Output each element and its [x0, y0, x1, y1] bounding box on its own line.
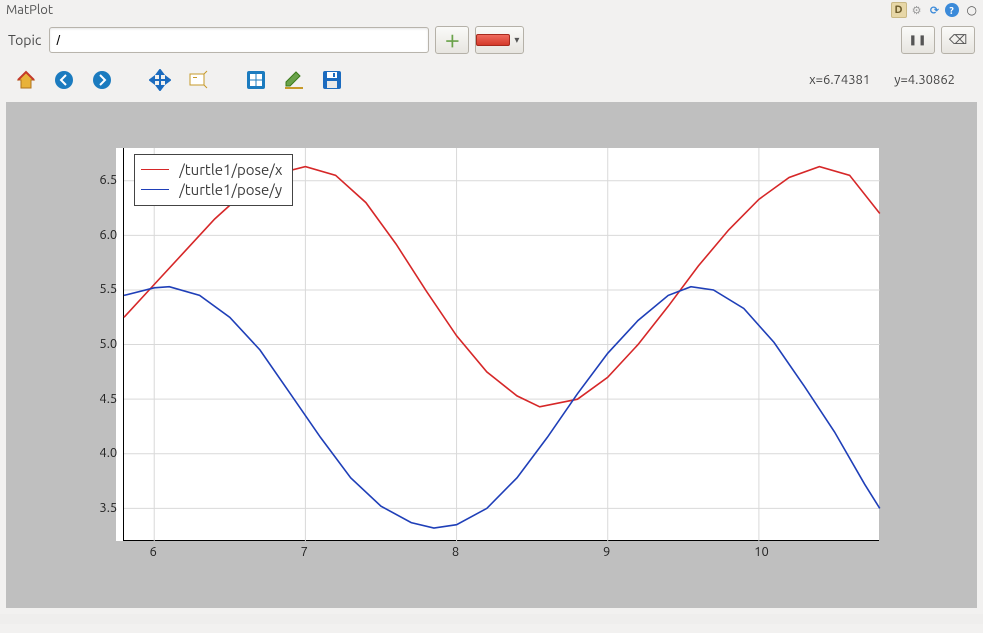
y-tick-label: 4.0	[87, 446, 117, 460]
x-tick-label: 7	[301, 545, 308, 559]
plot-grid	[124, 148, 880, 541]
y-tick-label: 6.0	[87, 228, 117, 242]
plus-icon: ＋	[444, 28, 460, 52]
clear-icon: ⌫	[949, 32, 967, 48]
plot-canvas[interactable]: /turtle1/pose/x /turtle1/pose/y 6 7 8 9 10 3.…	[6, 102, 977, 608]
chevron-down-icon: ▾	[514, 35, 519, 46]
plot-legend: /turtle1/pose/x /turtle1/pose/y	[134, 154, 293, 206]
x-tick-label: 9	[603, 545, 610, 559]
status-dot-icon: ○	[967, 3, 977, 17]
legend-label: /turtle1/pose/y	[179, 181, 282, 198]
legend-swatch-icon	[141, 169, 169, 170]
back-button[interactable]	[50, 66, 78, 94]
d-icon[interactable]: D	[891, 2, 907, 18]
series-line	[124, 287, 880, 528]
y-tick-label: 5.0	[87, 337, 117, 351]
legend-label: /turtle1/pose/x	[179, 161, 282, 178]
y-readout: y=4.30862	[894, 73, 955, 87]
legend-entry: /turtle1/pose/x	[141, 159, 282, 179]
statusbar	[0, 614, 983, 624]
x-tick-label: 6	[150, 545, 157, 559]
minus-icon	[476, 34, 510, 46]
topic-label: Topic	[8, 32, 43, 48]
save-button[interactable]	[318, 66, 346, 94]
mpl-toolbar: x=6.74381 y=4.30862	[0, 60, 983, 102]
x-tick-label: 8	[452, 545, 459, 559]
topic-row: Topic ＋ ▾ ❚❚ ⌫	[0, 20, 983, 60]
edit-button[interactable]	[280, 66, 308, 94]
plot-svg	[124, 148, 880, 541]
y-tick-label: 4.5	[87, 392, 117, 406]
configure-subplots-button[interactable]	[242, 66, 270, 94]
x-tick-label: 10	[754, 545, 769, 559]
y-tick-label: 5.5	[87, 282, 117, 296]
pause-button[interactable]: ❚❚	[901, 26, 935, 54]
y-tick-label: 6.5	[87, 173, 117, 187]
legend-swatch-icon	[141, 189, 169, 190]
refresh-icon[interactable]: ⟳	[927, 2, 943, 18]
titlebar: MatPlot D ⚙ ⟳ ? ○	[0, 0, 983, 20]
gear-icon[interactable]: ⚙	[909, 2, 925, 18]
help-icon[interactable]: ?	[945, 3, 959, 17]
titlebar-icons: D ⚙ ⟳ ? ○	[891, 2, 977, 18]
coordinate-readout: x=6.74381 y=4.30862	[809, 73, 971, 87]
forward-button[interactable]	[88, 66, 116, 94]
x-readout: x=6.74381	[809, 73, 870, 87]
zoom-button[interactable]	[184, 66, 212, 94]
add-topic-button[interactable]: ＋	[435, 26, 469, 54]
pan-button[interactable]	[146, 66, 174, 94]
clear-button[interactable]: ⌫	[941, 26, 975, 54]
pause-icon: ❚❚	[909, 35, 928, 46]
topic-input[interactable]	[49, 27, 429, 53]
home-button[interactable]	[12, 66, 40, 94]
y-tick-label: 3.5	[87, 501, 117, 515]
window-title: MatPlot	[6, 3, 53, 17]
plot-axes: /turtle1/pose/x /turtle1/pose/y	[123, 148, 879, 541]
remove-topic-button[interactable]: ▾	[475, 26, 524, 54]
legend-entry: /turtle1/pose/y	[141, 179, 282, 199]
